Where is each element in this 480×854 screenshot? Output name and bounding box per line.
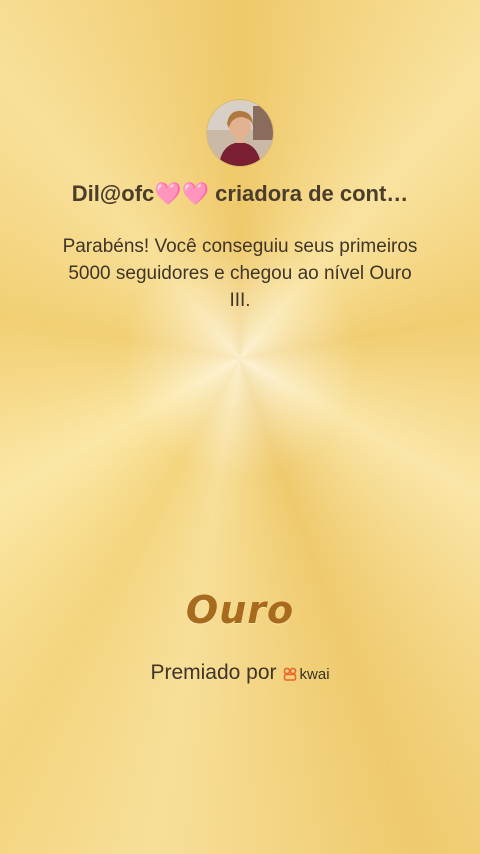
kwai-logo: kwai bbox=[283, 666, 330, 683]
kwai-logo-text: kwai bbox=[299, 665, 330, 683]
awarded-by-label: Premiado por bbox=[150, 661, 277, 684]
congratulations-message: Parabéns! Você conseguiu seus primeiros … bbox=[62, 236, 418, 311]
profile-name: Dil@ofc🩷🩷 criadora de cont… bbox=[71, 181, 409, 206]
level-title: Ouro bbox=[185, 588, 295, 632]
profile-photo-icon bbox=[207, 100, 273, 166]
awarded-by: Premiado por kwai bbox=[0, 661, 480, 685]
kwai-logo-icon bbox=[283, 667, 296, 681]
achievement-screen: Dil@ofc🩷🩷 criadora de cont… Parabéns! Vo… bbox=[0, 0, 480, 854]
avatar[interactable] bbox=[207, 100, 273, 166]
